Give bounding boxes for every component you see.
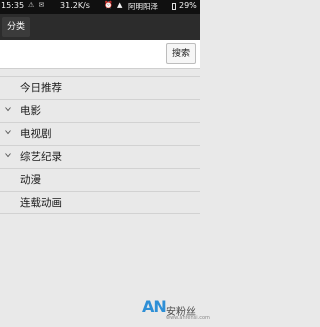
category-label: 综艺纪录 bbox=[20, 151, 62, 163]
category-item[interactable]: 动漫 bbox=[0, 168, 200, 191]
category-label: 连载动画 bbox=[20, 197, 62, 209]
chevron-down-icon[interactable] bbox=[5, 106, 11, 112]
search-bar: 搜索 bbox=[0, 40, 200, 69]
category-label: 电视剧 bbox=[20, 128, 52, 140]
category-item[interactable]: 电影 bbox=[0, 99, 200, 122]
watermark-domain: www.anfensi.com bbox=[166, 315, 210, 321]
search-input[interactable] bbox=[3, 44, 159, 64]
network-speed: 31.2K/s bbox=[60, 1, 90, 10]
category-item[interactable]: 今日推荐 bbox=[0, 76, 200, 99]
category-item[interactable]: 电视剧 bbox=[0, 122, 200, 145]
category-label: 今日推荐 bbox=[20, 82, 62, 94]
category-label: 动漫 bbox=[20, 174, 41, 186]
tab-categories[interactable]: 分类 bbox=[2, 17, 31, 37]
notification-icons: ⚠ ✉ bbox=[28, 1, 46, 9]
title-bar: 分类 bbox=[0, 14, 200, 40]
category-item[interactable]: 连载动画 bbox=[0, 191, 200, 214]
battery-icon bbox=[172, 3, 176, 10]
category-item[interactable]: 综艺纪录 bbox=[0, 145, 200, 168]
status-bar: 15:35 ⚠ ✉ 31.2K/s ⏰ ▲ 阿明阳泽 29% bbox=[0, 0, 200, 14]
watermark-logo: AN bbox=[142, 297, 167, 316]
alarm-wifi-icon: ⏰ ▲ bbox=[104, 1, 124, 9]
chevron-down-icon[interactable] bbox=[5, 129, 11, 135]
status-time: 15:35 bbox=[1, 1, 25, 10]
category-label: 电影 bbox=[20, 105, 41, 117]
category-list: 今日推荐电影电视剧综艺纪录动漫连载动画 bbox=[0, 76, 200, 214]
carrier-name: 阿明阳泽 bbox=[128, 2, 158, 11]
chevron-down-icon[interactable] bbox=[5, 152, 11, 158]
battery-level: 29% bbox=[179, 1, 197, 10]
search-button[interactable]: 搜索 bbox=[166, 43, 196, 64]
